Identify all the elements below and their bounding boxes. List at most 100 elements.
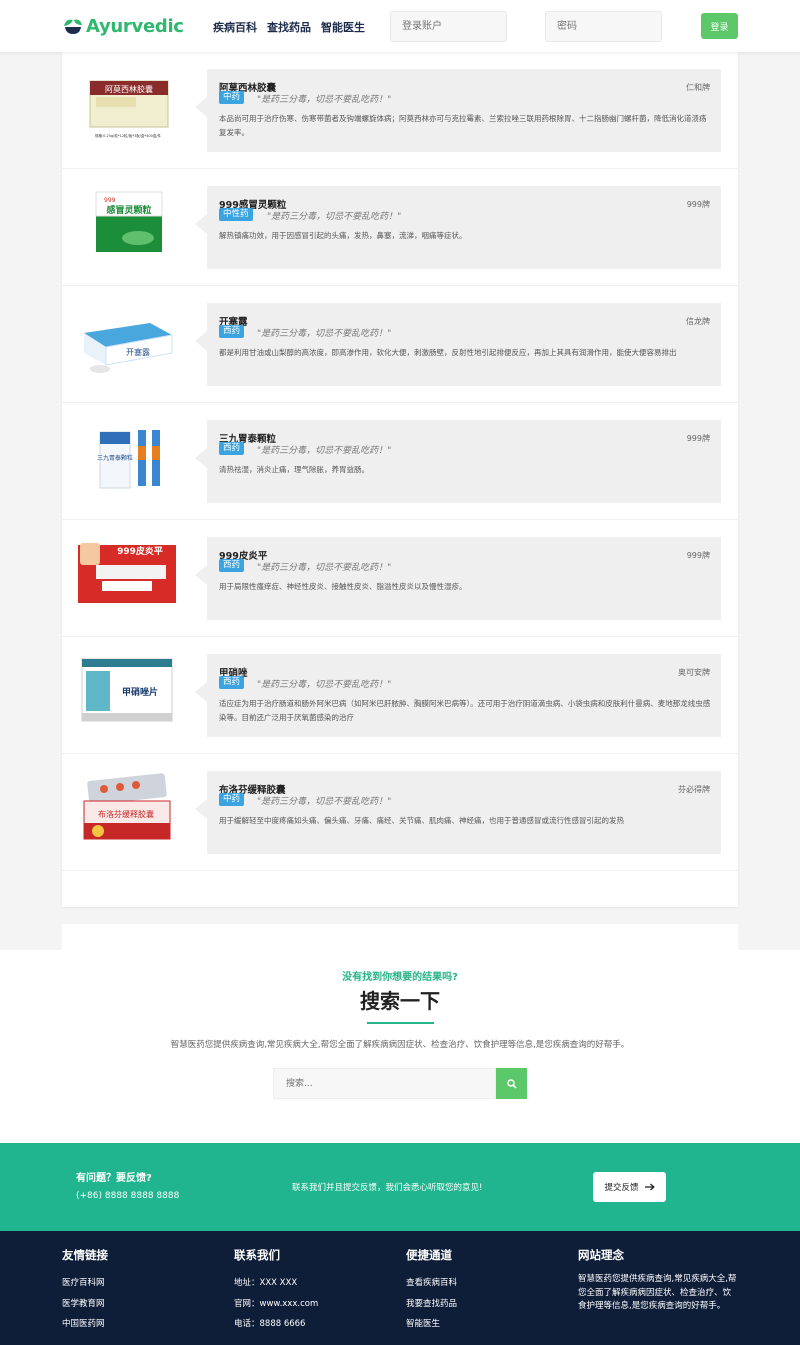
drug-image[interactable]: 甲硝唑片 <box>78 655 178 725</box>
nav-find-medicine[interactable]: 查找药品 <box>267 19 311 35</box>
drug-row[interactable]: 布洛芬缓释胶囊 布洛芬缓释胶囊 芬必得牌 中药 "是药三分毒，切忌不要乱吃药！"… <box>62 754 738 871</box>
drug-type-badge: 中性药 <box>219 208 253 221</box>
drug-brand: 999牌 <box>686 200 710 209</box>
drug-image[interactable]: 开塞露 <box>78 304 178 374</box>
drug-warning: "是药三分毒，切忌不要乱吃药！" <box>257 680 392 690</box>
footer-link[interactable]: 医疗百科网 <box>62 1273 108 1294</box>
search-button[interactable] <box>496 1068 527 1099</box>
drug-warning: "是药三分毒，切忌不要乱吃药！" <box>257 329 392 339</box>
feedback-message: 联系我们并且提交反馈，我们会悉心听取您的意见! <box>292 1183 483 1193</box>
drug-card: 999感冒灵颗粒 999牌 中性药 "是药三分毒，切忌不要乱吃药！" 解热镇痛功… <box>195 186 721 269</box>
drug-description: 清热祛湿，消炎止痛，理气除胀，养胃益肠。 <box>219 465 369 474</box>
drug-row[interactable]: 阿莫西林胶囊 规格:0.25g/粒*12粒/板*3板/盒*400盒/件 阿莫西林… <box>62 52 738 169</box>
drug-warning: "是药三分毒，切忌不要乱吃药！" <box>257 95 392 105</box>
drug-type-badge: 中药 <box>219 91 245 104</box>
drug-description: 解热镇痛功效，用于因感冒引起的头痛，发热，鼻塞，流涕，咽痛等症状。 <box>219 231 467 240</box>
search-input[interactable] <box>273 1068 496 1099</box>
logo-text: Ayurvedic <box>86 15 184 37</box>
drug-type-badge: 西药 <box>219 559 245 572</box>
drug-warning: "是药三分毒，切忌不要乱吃药！" <box>257 797 392 807</box>
password-input[interactable] <box>545 11 662 42</box>
footer-address: 地址：XXX XXX <box>234 1278 298 1288</box>
drug-list: 阿莫西林胶囊 规格:0.25g/粒*12粒/板*3板/盒*400盒/件 阿莫西林… <box>62 52 738 907</box>
drug-row[interactable]: 甲硝唑片 甲硝唑 奥可安牌 西药 "是药三分毒，切忌不要乱吃药！" 适应症为用于… <box>62 637 738 754</box>
search-subtitle: 没有找到你想要的结果吗? <box>342 972 458 983</box>
search-description: 智慧医药您提供疾病查询,常见疾病大全,帮您全面了解疾病病因症状、检查治疗、饮食护… <box>170 1040 630 1050</box>
drug-type-badge: 西药 <box>219 676 245 689</box>
drug-image[interactable]: 阿莫西林胶囊 规格:0.25g/粒*12粒/板*3板/盒*400盒/件 <box>78 70 178 140</box>
drug-brand: 999牌 <box>686 434 710 443</box>
submit-feedback-button[interactable]: 提交反馈 <box>593 1172 666 1202</box>
drug-card: 阿莫西林胶囊 仁和牌 中药 "是药三分毒，切忌不要乱吃药！" 本品尚可用于治疗伤… <box>195 69 721 152</box>
footer-quick-link[interactable]: 我要查找药品 <box>406 1294 457 1315</box>
site-header: Ayurvedic 疾病百科 查找药品 智能医生 登录 <box>0 0 800 52</box>
drug-type-badge: 西药 <box>219 325 245 338</box>
drug-brand: 奥可安牌 <box>678 668 710 677</box>
submit-feedback-label: 提交反馈 <box>604 1183 639 1193</box>
drug-brand: 芬必得牌 <box>678 785 710 794</box>
title-underline <box>367 1022 434 1024</box>
drug-description: 用于缓解轻至中度疼痛如头痛、偏头痛、牙痛、痛经、关节痛、肌肉痛、神经痛，也用于普… <box>219 816 624 825</box>
drug-row[interactable]: 开塞露 开塞露 信龙牌 西药 "是药三分毒，切忌不要乱吃药！" 都是利用甘油或山… <box>62 286 738 403</box>
thumb-label: 甲硝唑片 <box>122 686 158 698</box>
thumb-label: 感冒灵颗粒 <box>106 204 151 216</box>
footer-phone: 电话：8888 6666 <box>234 1319 306 1329</box>
drug-warning: "是药三分毒，切忌不要乱吃药！" <box>257 563 392 573</box>
drug-description: 本品尚可用于治疗伤寒、伤寒带菌者及钩端螺旋体病；阿莫西林亦可与克拉霉素、兰索拉唑… <box>219 114 707 137</box>
drug-brand: 信龙牌 <box>686 317 710 326</box>
drug-card: 甲硝唑 奥可安牌 西药 "是药三分毒，切忌不要乱吃药！" 适应症为用于治疗肠道和… <box>195 654 721 737</box>
drug-image[interactable]: 三九胃泰颗粒 <box>78 421 178 491</box>
drug-brand: 999牌 <box>686 551 710 560</box>
drug-type-badge: 中药 <box>219 793 245 806</box>
drug-card: 三九胃泰颗粒 999牌 西药 "是药三分毒，切忌不要乱吃药！" 清热祛湿，消炎止… <box>195 420 721 503</box>
footer-link[interactable]: 中国医药网 <box>62 1314 108 1335</box>
drug-image[interactable]: 999 感冒灵颗粒 <box>78 187 178 257</box>
site-logo[interactable]: Ayurvedic <box>62 14 184 38</box>
drug-row[interactable]: 999皮炎平 999皮炎平 999牌 西药 "是药三分毒，切忌不要乱吃药！" 用… <box>62 520 738 637</box>
drug-description: 用于局限性瘙痒症、神经性皮炎、接触性皮炎、脂溢性皮炎以及慢性湿疹。 <box>219 582 467 591</box>
drug-warning: "是药三分毒，切忌不要乱吃药！" <box>267 212 402 222</box>
thumb-label: 999皮炎平 <box>117 545 163 557</box>
thumb-label: 三九胃泰颗粒 <box>97 454 133 462</box>
thumb-caption: 规格:0.25g/粒*12粒/板*3板/盒*400盒/件 <box>95 133 162 138</box>
drug-warning: "是药三分毒，切忌不要乱吃药！" <box>257 446 392 456</box>
site-footer: 友情链接 医疗百科网 医学教育网 中国医药网 联系我们 地址：XXX XXX 官… <box>0 1231 800 1345</box>
drug-card: 999皮炎平 999牌 西药 "是药三分毒，切忌不要乱吃药！" 用于局限性瘙痒症… <box>195 537 721 620</box>
footer-quick-link[interactable]: 智能医生 <box>406 1314 457 1335</box>
drug-description: 都是利用甘油或山梨醇的高浓度，即高渗作用，软化大便，刺激肠壁，反射性地引起排便反… <box>219 348 677 357</box>
arrow-right-icon <box>644 1183 655 1191</box>
feedback-question: 有问题？要反馈? <box>76 1173 152 1184</box>
drug-image[interactable]: 布洛芬缓释胶囊 <box>78 772 178 842</box>
thumb-label: 开塞露 <box>126 347 150 357</box>
thumb-label: 布洛芬缓释胶囊 <box>98 809 154 819</box>
main-nav: 疾病百科 查找药品 智能医生 <box>213 19 365 35</box>
drug-description: 适应症为用于治疗肠道和肠外阿米巴病（如阿米巴肝脓肿、胸膜阿米巴病等）。还可用于治… <box>219 699 711 722</box>
drug-row[interactable]: 三九胃泰颗粒 三九胃泰颗粒 999牌 西药 "是药三分毒，切忌不要乱吃药！" 清… <box>62 403 738 520</box>
drug-brand: 仁和牌 <box>686 83 710 92</box>
footer-links: 友情链接 医疗百科网 医学教育网 中国医药网 <box>62 1247 108 1335</box>
search-section-top <box>62 924 738 1144</box>
nav-disease-encyclopedia[interactable]: 疾病百科 <box>213 19 257 35</box>
drug-image[interactable]: 999皮炎平 <box>78 538 178 608</box>
footer-idea-text: 智慧医药您提供疾病查询,常见疾病大全,帮您全面了解疾病病因症状、检查治疗、饮食护… <box>578 1274 737 1311</box>
footer-quick-link[interactable]: 查看疾病百科 <box>406 1273 457 1294</box>
footer-link[interactable]: 医学教育网 <box>62 1294 108 1315</box>
footer-links-title: 友情链接 <box>62 1248 108 1262</box>
search-icon <box>506 1078 517 1089</box>
feedback-band: 有问题？要反馈? (+86) 8888 8888 8888 联系我们并且提交反馈… <box>0 1143 800 1231</box>
footer-idea-title: 网站理念 <box>578 1248 624 1262</box>
footer-quick: 便捷通道 查看疾病百科 我要查找药品 智能医生 <box>406 1247 457 1335</box>
drug-card: 布洛芬缓释胶囊 芬必得牌 中药 "是药三分毒，切忌不要乱吃药！" 用于缓解轻至中… <box>195 771 721 854</box>
drug-row[interactable]: 999 感冒灵颗粒 999感冒灵颗粒 999牌 中性药 "是药三分毒，切忌不要乱… <box>62 169 738 286</box>
search-title: 搜索一下 <box>360 989 440 1013</box>
drug-card: 开塞露 信龙牌 西药 "是药三分毒，切忌不要乱吃药！" 都是利用甘油或山梨醇的高… <box>195 303 721 386</box>
account-input[interactable] <box>390 11 507 42</box>
login-button[interactable]: 登录 <box>701 13 738 39</box>
footer-quick-title: 便捷通道 <box>406 1248 452 1262</box>
thumb-label: 阿莫西林胶囊 <box>105 84 153 94</box>
footer-idea: 网站理念 智慧医药您提供疾病查询,常见疾病大全,帮您全面了解疾病病因症状、检查治… <box>578 1247 738 1314</box>
footer-website[interactable]: 官网：www.xxx.com <box>234 1294 318 1315</box>
nav-smart-doctor[interactable]: 智能医生 <box>321 19 365 35</box>
feedback-phone: (+86) 8888 8888 8888 <box>76 1191 180 1201</box>
drug-type-badge: 西药 <box>219 442 245 455</box>
